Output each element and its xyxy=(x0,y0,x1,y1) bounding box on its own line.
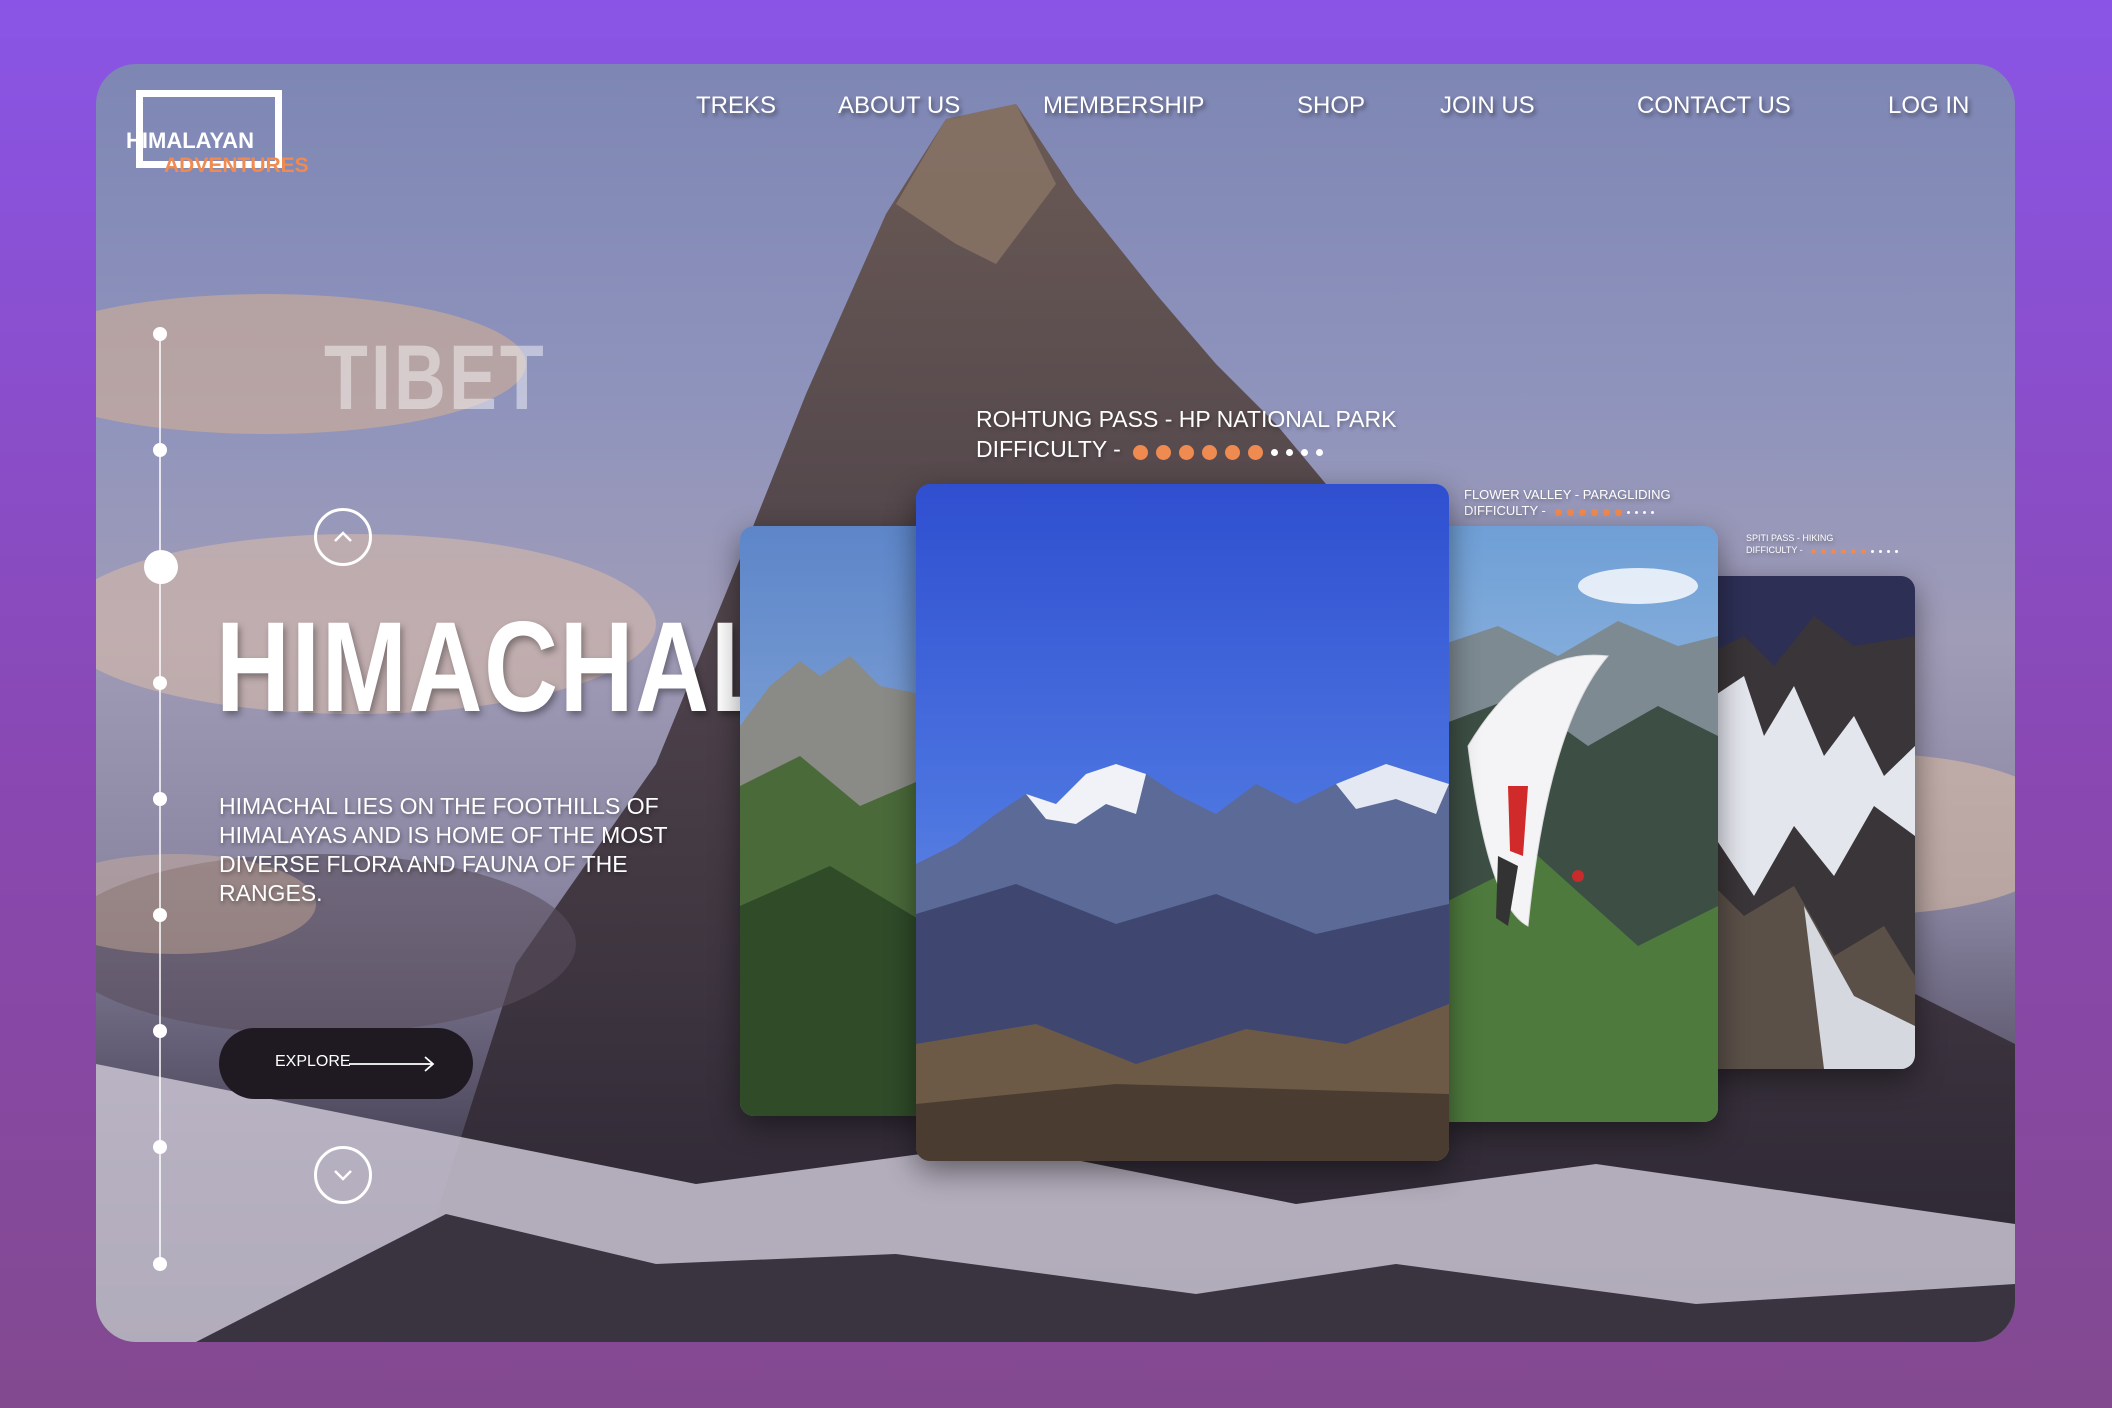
difficulty-dot-empty xyxy=(1635,510,1639,514)
nav-membership[interactable]: MEMBERSHIP xyxy=(1043,92,1204,120)
timeline-dot[interactable] xyxy=(153,792,167,806)
timeline-dot[interactable] xyxy=(153,1024,167,1038)
difficulty-dot-empty xyxy=(1271,449,1279,457)
difficulty-dot-empty xyxy=(1627,510,1631,514)
previous-slide-button[interactable] xyxy=(314,508,372,566)
hero-description: HIMACHAL LIES ON THE FOOTHILLS OF HIMALA… xyxy=(219,793,668,906)
difficulty-dot-filled xyxy=(1821,548,1827,554)
main-card-label: ROHTUNG PASS - HP NATIONAL PARK DIFFICUL… xyxy=(976,404,1396,466)
third-card-difficulty-label: DIFFICULTY - xyxy=(1746,545,1803,555)
paragliding-photo xyxy=(1438,526,1718,1122)
third-card-label: SPITI PASS - HIKING DIFFICULTY - xyxy=(1746,532,1899,557)
explore-button[interactable]: EXPLORE xyxy=(219,1028,473,1099)
difficulty-dot-filled xyxy=(1615,508,1623,516)
second-card-label: FLOWER VALLEY - PARAGLIDING DIFFICULTY - xyxy=(1464,487,1671,520)
timeline-dot-active[interactable] xyxy=(144,550,178,584)
timeline-dot[interactable] xyxy=(153,1257,167,1271)
logo-text-line2: ADVENTURES xyxy=(164,154,309,177)
valley-photo xyxy=(740,526,930,1116)
rohtung-photo xyxy=(916,484,1449,1161)
difficulty-dot-filled xyxy=(1851,548,1857,554)
spiti-photo xyxy=(1704,576,1915,1069)
main-card-title: ROHTUNG PASS - HP NATIONAL PARK xyxy=(976,406,1397,432)
difficulty-dot-empty xyxy=(1887,549,1891,553)
difficulty-dot-filled xyxy=(1567,508,1575,516)
explore-button-label: EXPLORE xyxy=(275,1053,351,1070)
third-card-title: SPITI PASS - HIKING xyxy=(1746,533,1834,543)
difficulty-dot-empty xyxy=(1871,549,1875,553)
difficulty-dot-filled xyxy=(1811,548,1817,554)
difficulty-dot-filled xyxy=(1555,508,1563,516)
hero-title: HIMACHAL xyxy=(216,596,775,739)
difficulty-dot-filled xyxy=(1133,445,1149,461)
nav-log-in[interactable]: LOG IN xyxy=(1888,92,1969,120)
difficulty-dot-filled xyxy=(1225,445,1241,461)
chevron-down-icon xyxy=(334,1170,352,1181)
difficulty-dot-empty xyxy=(1301,449,1309,457)
next-slide-button[interactable] xyxy=(314,1146,372,1204)
trek-card-rohtung[interactable] xyxy=(916,484,1449,1161)
difficulty-rating xyxy=(1127,436,1324,466)
arrow-right-icon xyxy=(349,1056,435,1072)
difficulty-dot-filled xyxy=(1591,508,1599,516)
main-nav: TREKS ABOUT US MEMBERSHIP SHOP JOIN US C… xyxy=(96,92,2015,132)
difficulty-rating xyxy=(1805,545,1899,557)
trek-card-flower-valley[interactable] xyxy=(1438,526,1718,1122)
previous-region-label: TIBET xyxy=(324,327,547,429)
difficulty-dot-filled xyxy=(1861,548,1867,554)
chevron-up-icon xyxy=(334,531,352,542)
hero-frame: HIMALAYAN ADVENTURES TREKS ABOUT US MEMB… xyxy=(96,64,2015,1342)
second-card-difficulty-label: DIFFICULTY - xyxy=(1464,503,1546,518)
difficulty-dot-filled xyxy=(1156,445,1172,461)
nav-treks[interactable]: TREKS xyxy=(696,92,776,120)
timeline-dot[interactable] xyxy=(153,327,167,341)
timeline-dot[interactable] xyxy=(153,443,167,457)
difficulty-dot-filled xyxy=(1831,548,1837,554)
timeline-dot[interactable] xyxy=(153,908,167,922)
nav-shop[interactable]: SHOP xyxy=(1297,92,1365,120)
difficulty-dot-filled xyxy=(1841,548,1847,554)
difficulty-dot-empty xyxy=(1286,449,1294,457)
timeline-dot[interactable] xyxy=(153,1140,167,1154)
difficulty-rating xyxy=(1549,504,1655,520)
difficulty-dot-filled xyxy=(1248,445,1264,461)
trek-card-spiti[interactable] xyxy=(1704,576,1915,1069)
main-card-difficulty-label: DIFFICULTY - xyxy=(976,436,1121,462)
difficulty-dot-empty xyxy=(1643,510,1647,514)
nav-join-us[interactable]: JOIN US xyxy=(1440,92,1535,120)
nav-about-us[interactable]: ABOUT US xyxy=(838,92,960,120)
difficulty-dot-filled xyxy=(1603,508,1611,516)
difficulty-dot-empty xyxy=(1895,549,1899,553)
difficulty-dot-empty xyxy=(1651,510,1655,514)
difficulty-dot-filled xyxy=(1202,445,1218,461)
difficulty-dot-empty xyxy=(1879,549,1883,553)
difficulty-dot-filled xyxy=(1579,508,1587,516)
second-card-title: FLOWER VALLEY - PARAGLIDING xyxy=(1464,487,1671,502)
trek-card-alps[interactable] xyxy=(740,526,930,1116)
difficulty-dot-empty xyxy=(1316,449,1324,457)
difficulty-dot-filled xyxy=(1179,445,1195,461)
nav-contact-us[interactable]: CONTACT US xyxy=(1637,92,1791,120)
timeline-dot[interactable] xyxy=(153,676,167,690)
